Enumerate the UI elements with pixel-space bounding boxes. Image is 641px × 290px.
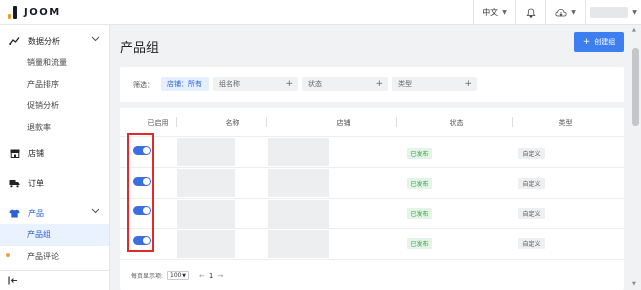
store-filter-chip[interactable]: 店铺：所有: [161, 77, 209, 91]
create-group-label: 创建组: [594, 38, 616, 46]
plus-icon: +: [582, 37, 591, 47]
per-page-value: 100: [170, 272, 182, 279]
type-badge: 自定义: [518, 178, 545, 189]
chart-icon: [9, 36, 20, 47]
scroll-up-icon[interactable]: ▲: [632, 27, 636, 33]
status-badge: 已发布: [407, 208, 432, 219]
store-name-redacted: [268, 230, 329, 258]
sidebar-group-products[interactable]: 产品: [0, 202, 109, 224]
top-bar: JOOM 中文 ▼ ▼ ▼: [0, 0, 641, 25]
sidebar: 数据分析 销量和流量 产品排序 促销分析 退款率 店铺 订单 产品 产品组 产品…: [0, 25, 110, 290]
group-name-redacted: [177, 200, 235, 228]
per-page-label: 每页显示项:: [131, 273, 164, 280]
chevron-up-icon: [91, 207, 100, 216]
group-name-filter[interactable]: 组名称 +: [213, 77, 298, 91]
sidebar-group-analytics[interactable]: 数据分析: [0, 30, 109, 52]
store-filter-label: 店铺：所有: [167, 80, 202, 88]
store-icon: [9, 148, 20, 159]
type-badge: 自定义: [518, 238, 545, 249]
group-name-redacted: [177, 230, 235, 258]
caret-down-icon: ▼: [571, 9, 576, 16]
language-label: 中文: [482, 8, 499, 17]
status-badge: 已发布: [407, 178, 432, 189]
sidebar-group-stores[interactable]: 店铺: [0, 142, 109, 164]
sidebar-group-label: 订单: [28, 178, 44, 188]
status-filter[interactable]: 状态 +: [302, 77, 388, 91]
group-name-filter-label: 组名称: [219, 80, 240, 88]
brand-name: JOOM: [24, 7, 61, 18]
page-title: 产品组: [120, 41, 160, 56]
column-header-type[interactable]: 类型: [513, 116, 618, 129]
joom-logo[interactable]: JOOM: [8, 6, 61, 19]
group-name-redacted: [177, 138, 235, 166]
status-filter-label: 状态: [308, 80, 322, 88]
sidebar-item-product-groups[interactable]: 产品组: [0, 224, 109, 246]
bell-icon: [525, 8, 536, 18]
user-menu[interactable]: ▼: [586, 0, 641, 25]
cloud-icon: [555, 8, 567, 16]
product-groups-table: 已启用 名称 店铺 状态 类型 已发布 自定义 已发布 自定义 已发布 自定义 …: [120, 108, 624, 290]
notifications-button[interactable]: [516, 0, 545, 25]
notification-dot: [6, 253, 10, 257]
cloud-menu[interactable]: ▼: [546, 0, 585, 25]
column-header-status[interactable]: 状态: [397, 116, 516, 129]
pagination: 每页显示项: 100 ▼ ← 1 →: [131, 271, 223, 280]
plus-icon: +: [464, 79, 472, 89]
filter-bar: 筛选： 店铺：所有 组名称 + 状态 + 类型 +: [120, 67, 624, 102]
truck-icon: [9, 178, 20, 189]
plus-icon: +: [375, 79, 383, 89]
caret-down-icon: ▼: [502, 9, 507, 16]
per-page-select[interactable]: 100 ▼: [167, 271, 190, 280]
sidebar-footer: [0, 270, 109, 290]
type-badge: 自定义: [518, 208, 545, 219]
store-name-redacted: [268, 169, 329, 197]
scrollbar-thumb[interactable]: [632, 48, 639, 126]
type-filter[interactable]: 类型 +: [392, 77, 477, 91]
language-selector[interactable]: 中文 ▼: [474, 0, 515, 25]
store-name-redacted: [268, 200, 329, 228]
scroll-down-icon[interactable]: ▼: [632, 281, 636, 287]
prev-page-button[interactable]: ←: [199, 272, 205, 280]
sidebar-group-label: 产品: [28, 208, 44, 218]
type-badge: 自定义: [518, 148, 545, 159]
chevron-up-icon: [91, 35, 100, 44]
filter-label: 筛选：: [133, 81, 154, 89]
chevron-down-icon: ▼: [182, 272, 187, 279]
sidebar-group-orders[interactable]: 订单: [0, 172, 109, 194]
logo-mark-icon: [8, 6, 19, 19]
sidebar-item-product-reviews[interactable]: 产品评论: [0, 246, 109, 268]
column-header-enabled[interactable]: 已启用: [134, 116, 182, 129]
current-page[interactable]: 1: [209, 272, 213, 280]
plus-icon: +: [285, 79, 293, 89]
store-name-redacted: [268, 138, 329, 166]
sidebar-item-product-ranking[interactable]: 产品排序: [0, 74, 109, 96]
status-badge: 已发布: [407, 148, 432, 159]
next-page-button[interactable]: →: [217, 272, 223, 280]
user-name-placeholder: [590, 7, 629, 18]
group-name-redacted: [177, 169, 235, 197]
sidebar-group-label: 店铺: [28, 148, 44, 158]
sidebar-group-label: 数据分析: [28, 36, 60, 46]
sidebar-item-promo-analysis[interactable]: 促销分析: [0, 95, 109, 117]
sidebar-item-sales-traffic[interactable]: 销量和流量: [0, 52, 109, 74]
caret-down-icon: ▼: [632, 9, 637, 16]
collapse-sidebar-icon[interactable]: [8, 276, 18, 288]
shirt-icon: [9, 208, 20, 219]
type-filter-label: 类型: [398, 80, 412, 88]
status-badge: 已发布: [407, 238, 432, 249]
sidebar-item-refund-rate[interactable]: 退款率: [0, 117, 109, 139]
highlight-box: [127, 133, 154, 252]
create-group-button[interactable]: + 创建组: [574, 32, 624, 52]
